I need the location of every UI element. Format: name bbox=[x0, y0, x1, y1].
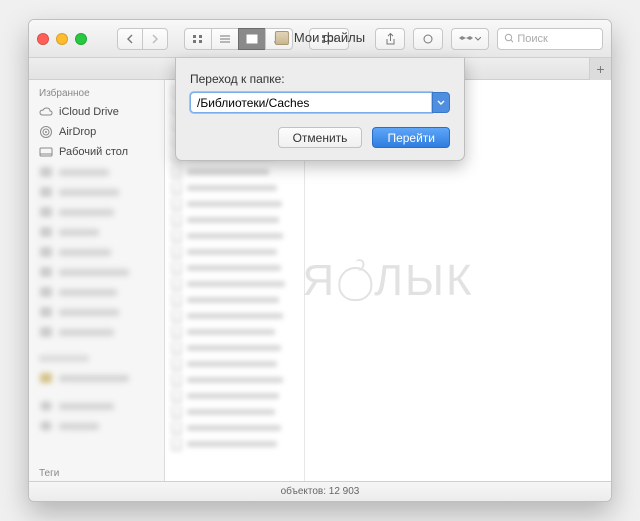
sidebar-section-tags: Теги bbox=[39, 468, 59, 479]
search-field[interactable] bbox=[497, 28, 603, 50]
list-item bbox=[165, 420, 304, 436]
list-item bbox=[165, 260, 304, 276]
dialog-title: Переход к папке: bbox=[190, 72, 450, 86]
window-title: Мои файлы bbox=[275, 30, 365, 45]
list-item bbox=[165, 388, 304, 404]
cloud-icon bbox=[39, 105, 53, 119]
minimize-button[interactable] bbox=[56, 33, 68, 45]
list-item bbox=[165, 324, 304, 340]
list-item bbox=[165, 164, 304, 180]
path-field-wrapper bbox=[190, 92, 450, 113]
watermark: Я ЛЫК bbox=[302, 256, 473, 306]
folder-icon bbox=[275, 31, 289, 45]
desktop-icon bbox=[39, 145, 53, 159]
list-item bbox=[165, 340, 304, 356]
dropbox-button[interactable] bbox=[451, 28, 489, 50]
close-button[interactable] bbox=[37, 33, 49, 45]
cancel-button[interactable]: Отменить bbox=[278, 127, 363, 148]
list-item bbox=[165, 180, 304, 196]
finder-window: Мои файлы Мои файлы + Избранное bbox=[28, 19, 612, 502]
path-input[interactable] bbox=[190, 92, 432, 113]
status-text: объектов: 12 903 bbox=[281, 486, 360, 497]
apple-icon bbox=[338, 261, 372, 301]
view-columns-button[interactable] bbox=[238, 28, 266, 50]
titlebar: Мои файлы bbox=[29, 20, 611, 58]
dialog-buttons: Отменить Перейти bbox=[190, 127, 450, 148]
forward-button[interactable] bbox=[142, 28, 168, 50]
list-item bbox=[165, 292, 304, 308]
sidebar-item-label: Рабочий стол bbox=[59, 146, 128, 158]
sidebar-blurred-items bbox=[29, 162, 164, 436]
sidebar-item-icloud[interactable]: iCloud Drive bbox=[29, 102, 164, 122]
sidebar: Избранное iCloud Drive AirDrop Рабочий с… bbox=[29, 80, 165, 481]
toolbar-right bbox=[375, 28, 603, 50]
list-item bbox=[165, 244, 304, 260]
sidebar-item-label: AirDrop bbox=[59, 126, 96, 138]
tags-button[interactable] bbox=[413, 28, 443, 50]
airdrop-icon bbox=[39, 125, 53, 139]
search-input[interactable] bbox=[517, 33, 596, 45]
list-item bbox=[165, 404, 304, 420]
list-item bbox=[165, 196, 304, 212]
list-item bbox=[165, 228, 304, 244]
sidebar-item-label: iCloud Drive bbox=[59, 106, 119, 118]
zoom-button[interactable] bbox=[75, 33, 87, 45]
go-to-folder-dialog: Переход к папке: Отменить Перейти bbox=[175, 58, 465, 161]
list-item bbox=[165, 372, 304, 388]
back-button[interactable] bbox=[117, 28, 143, 50]
go-button[interactable]: Перейти bbox=[372, 127, 450, 148]
share-button[interactable] bbox=[375, 28, 405, 50]
traffic-lights bbox=[37, 33, 87, 45]
view-icon-button[interactable] bbox=[184, 28, 212, 50]
sidebar-item-airdrop[interactable]: AirDrop bbox=[29, 122, 164, 142]
new-tab-button[interactable]: + bbox=[589, 58, 611, 80]
chevron-down-icon bbox=[437, 100, 445, 106]
list-item bbox=[165, 276, 304, 292]
list-item bbox=[165, 212, 304, 228]
sidebar-item-desktop[interactable]: Рабочий стол bbox=[29, 142, 164, 162]
list-item bbox=[165, 308, 304, 324]
nav-buttons bbox=[117, 28, 168, 50]
status-bar: объектов: 12 903 bbox=[29, 481, 611, 501]
view-list-button[interactable] bbox=[211, 28, 239, 50]
path-history-dropdown[interactable] bbox=[432, 92, 450, 113]
search-icon bbox=[504, 33, 513, 44]
list-item bbox=[165, 356, 304, 372]
sidebar-section-favorites: Избранное bbox=[29, 86, 164, 102]
window-title-text: Мои файлы bbox=[294, 30, 365, 45]
list-item bbox=[165, 436, 304, 452]
